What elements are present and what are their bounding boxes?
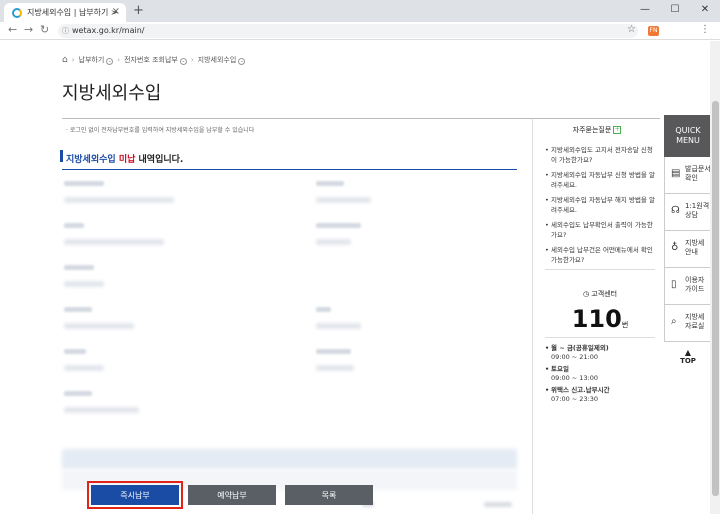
quick-menu: QUICK MENU ▤ 발급문서 확인 ☊ 1:1원격 상담 ♁ 지방세 안내… xyxy=(664,115,712,365)
breadcrumb-item-1[interactable]: 납부하기 ⌄ xyxy=(79,55,114,65)
page-content: ⌂ › 납부하기 ⌄ › 전자번호 조회납부 ⌄ › 지방세외수입 ⌄ 지방세외수입 … xyxy=(0,41,712,514)
money-bag-icon: ♁ xyxy=(671,242,679,253)
minimize-button[interactable]: — xyxy=(630,0,660,22)
quick-menu-title: QUICK MENU xyxy=(664,115,712,157)
page-title: 지방세외수입 xyxy=(62,83,162,104)
browser-tab-bar: 지방세외수입 | 납부하기 > 전자 × + — ☐ ✕ xyxy=(0,0,720,22)
hours-label: 위택스 신고.납부시간 xyxy=(545,386,655,395)
back-arrow-icon[interactable]: ← xyxy=(8,23,17,36)
hours-time: 07:00 ~ 23:30 xyxy=(551,395,599,403)
customer-center: ◷ 고객센터 110번 월 ~ 금(공휴일제외) 09:00 ~ 21:00 토… xyxy=(545,289,655,407)
quick-item-tax-guide[interactable]: ♁ 지방세 안내 xyxy=(664,231,712,268)
blurred-field xyxy=(316,307,516,337)
tab-title: 지방세외수입 | 납부하기 > 전자 xyxy=(27,8,119,17)
chevron-down-icon[interactable]: ⌄ xyxy=(238,58,246,65)
faq-list: 지방세외수입도 고지서 전자송달 신청이 가능한가요? 지방세외수입 자동납부 … xyxy=(545,145,657,270)
blurred-field xyxy=(64,307,264,337)
faq-item[interactable]: 세외수입도 납부확인서 출력이 가능한가요? xyxy=(545,220,657,240)
faq-item[interactable]: 지방세외수입 자동납부 해지 방법을 알려주세요. xyxy=(545,195,657,215)
browser-menu-icon[interactable]: ⋮ xyxy=(700,24,710,35)
blurred-field xyxy=(64,181,264,211)
hours-label: 월 ~ 금(공휴일제외) xyxy=(545,344,655,353)
hours-time: 09:00 ~ 21:00 xyxy=(551,353,599,361)
faq-item[interactable]: 지방세외수입도 고지서 전자송달 신청이 가능한가요? xyxy=(545,145,657,165)
breadcrumb: ⌂ › 납부하기 ⌄ › 전자번호 조회납부 ⌄ › 지방세외수입 ⌄ xyxy=(62,55,246,65)
new-tab-button[interactable]: + xyxy=(133,3,144,18)
tab-close-icon[interactable]: × xyxy=(112,6,120,17)
browser-tab[interactable]: 지방세외수입 | 납부하기 > 전자 × xyxy=(4,3,126,22)
quick-item-documents[interactable]: ▤ 발급문서 확인 xyxy=(664,157,712,194)
blurred-field xyxy=(316,349,516,379)
main-content: · 로그인 없이 전자납부번호를 입력하여 지방세외수입을 납부할 수 있습니다… xyxy=(60,118,532,514)
chevron-up-icon: ▲ xyxy=(684,348,692,357)
pay-now-button[interactable]: 즉시납부 xyxy=(87,481,183,509)
close-window-button[interactable]: ✕ xyxy=(690,0,720,22)
page-scrollbar[interactable] xyxy=(710,41,720,514)
extension-icon[interactable]: FN xyxy=(648,26,659,36)
breadcrumb-item-2[interactable]: 전자번호 조회납부 ⌄ xyxy=(124,55,187,65)
reload-icon[interactable]: ↻ xyxy=(40,23,49,36)
home-icon[interactable]: ⌂ xyxy=(62,55,68,65)
document-icon: ▤ xyxy=(671,168,681,179)
blurred-field xyxy=(64,349,264,379)
address-bar: ← → ↻ ⓘ wetax.go.kr/main/ ☆ FN ⋮ xyxy=(0,22,720,40)
blurred-field xyxy=(64,265,264,295)
url-input[interactable]: ⓘ wetax.go.kr/main/ xyxy=(58,24,638,38)
customer-center-title: ◷ 고객센터 xyxy=(582,290,618,298)
blurred-field xyxy=(64,391,264,421)
faq-more-icon[interactable]: + xyxy=(613,126,622,134)
scrollbar-thumb[interactable] xyxy=(712,101,719,496)
hours-time: 09:00 ~ 13:00 xyxy=(551,374,599,382)
faq-item[interactable]: 지방세외수입 자동납부 신청 방법을 알려주세요. xyxy=(545,170,657,190)
blurred-field xyxy=(64,223,264,253)
window-controls: — ☐ ✕ xyxy=(630,0,720,22)
chevron-down-icon[interactable]: ⌄ xyxy=(179,58,187,65)
maximize-button[interactable]: ☐ xyxy=(660,0,690,22)
search-document-icon: ⌕ xyxy=(671,316,677,327)
notice-text: · 로그인 없이 전자납부번호를 입력하여 지방세외수입을 납부할 수 있습니다 xyxy=(66,127,255,134)
section-marker xyxy=(60,150,63,162)
blurred-field xyxy=(316,181,516,211)
section-title: 지방세외수입 미납 내역입니다. xyxy=(66,155,184,165)
faq-item[interactable]: 세외수입 납부건은 어떤메뉴에서 확인가능한가요? xyxy=(545,245,657,265)
breadcrumb-item-3[interactable]: 지방세외수입 ⌄ xyxy=(198,55,246,65)
service-hours: 월 ~ 금(공휴일제외) 09:00 ~ 21:00 토요일 09:00 ~ 1… xyxy=(545,344,655,404)
blurred-field xyxy=(316,223,516,253)
faq-sidebar: 자주묻는질문+ 지방세외수입도 고지서 전자송달 신청이 가능한가요? 지방세외… xyxy=(532,118,660,514)
lock-icon: ⓘ xyxy=(62,27,69,35)
quick-item-archive[interactable]: ⌕ 지방세 자료실 xyxy=(664,305,712,342)
url-text: wetax.go.kr/main/ xyxy=(72,26,145,35)
headset-icon: ☊ xyxy=(671,205,680,216)
action-buttons: 즉시납부 예약납부 목록 xyxy=(87,481,373,509)
quick-item-remote-support[interactable]: ☊ 1:1원격 상담 xyxy=(664,194,712,231)
bookmark-star-icon[interactable]: ☆ xyxy=(627,24,636,35)
list-button[interactable]: 목록 xyxy=(285,485,373,505)
reserve-pay-button[interactable]: 예약납부 xyxy=(188,485,276,505)
faq-title: 자주묻는질문 + xyxy=(572,126,622,134)
quick-item-user-guide[interactable]: ▯ 이용자 가이드 xyxy=(664,268,712,305)
scroll-top-button[interactable]: ▲ TOP xyxy=(664,348,712,365)
blurred-amount-table xyxy=(62,449,517,507)
section-divider xyxy=(62,169,517,170)
forward-arrow-icon[interactable]: → xyxy=(24,23,33,36)
chevron-down-icon[interactable]: ⌄ xyxy=(106,58,114,65)
call-number: 110번 xyxy=(571,305,629,333)
hours-label: 토요일 xyxy=(545,365,655,374)
file-icon: ▯ xyxy=(671,279,677,290)
site-favicon-icon xyxy=(12,7,22,18)
